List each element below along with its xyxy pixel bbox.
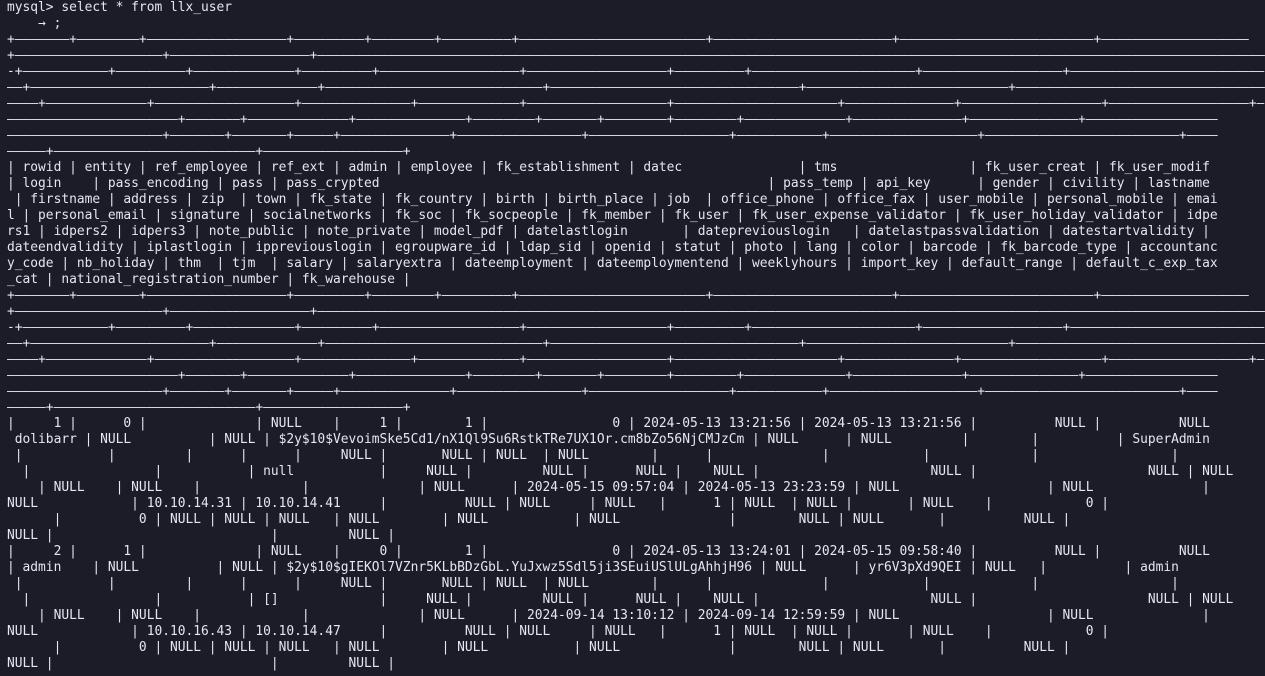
output-line: ——+———————————————————————+—————————————… [7,336,1265,351]
output-line: | 1 | 0 | | NULL | 1 | 1 | 0 | 2024-05-1… [7,416,1210,431]
output-line: | admin | NULL | NULL | $2y$10$gIEKOl7VZ… [7,560,1179,575]
output-line: ————————————————————+———————+———————+———… [7,384,1218,399]
output-line: ——+———————————————————————+—————————————… [7,80,1265,95]
output-line: NULL | 10.10.14.31 | 10.10.14.41 | NULL … [7,496,1110,511]
output-line: +———————+————————+——————————————————+———… [7,32,1249,47]
output-line: | | | null | NULL | NULL | NULL | NULL |… [7,464,1234,479]
output-line: | NULL | NULL | | | NULL | 2024-09-14 13… [7,608,1210,623]
output-line: ————————————————————+———————+———————+———… [7,128,1218,143]
output-line: | | | | | NULL | NULL | NULL | NULL | | … [7,576,1179,591]
output-line: NULL | | NULL | [7,528,396,543]
output-line: ————+—————————————+——————————————————+——… [7,96,1265,111]
output-line: | 0 | NULL | NULL | NULL | NULL | NULL |… [7,640,1071,655]
output-line: ——————————————————————+———————+—————————… [7,368,1218,383]
command-line: mysql> select * from llx_user [7,0,233,15]
output-line: rs1 | idpers2 | idpers3 | note_public | … [7,224,1210,239]
output-line: l | personal_email | signature | socialn… [7,208,1218,223]
command-continuation-line: → ; [7,16,62,31]
output-line: —————+——————————————————————————+———————… [7,144,411,159]
output-line: -+———————————+—————————+—————————————+——… [7,320,1265,335]
output-line: —————+——————————————————————————+———————… [7,400,411,415]
output-line: +———————————————————+——————————————————+… [7,304,1265,319]
output-line: | login | pass_encoding | pass | pass_cr… [7,176,1210,191]
output-line: | NULL | NULL | | | NULL | 2024-05-15 09… [7,480,1210,495]
output-line: dolibarr | NULL | NULL | $2y$10$VevoimSk… [7,432,1210,447]
output-line: +———————————————————+——————————————————+… [7,48,1265,63]
output-line: | 2 | 1 | | NULL | 0 | 1 | 0 | 2024-05-1… [7,544,1210,559]
output-line: y_code | nb_holiday | thm | tjm | salary… [7,256,1218,271]
output-line: +———————+————————+——————————————————+———… [7,288,1249,303]
output-line: NULL | 10.10.16.43 | 10.10.14.47 | NULL … [7,624,1110,639]
output-line: | | | | | NULL | NULL | NULL | NULL | | … [7,448,1179,463]
output-line: -+———————————+—————————+—————————————+——… [7,64,1265,79]
terminal-window[interactable]: mysql> select * from llx_user → ; +——————… [0,0,1265,676]
output-line: dateendvalidity | iplastlogin | ipprevio… [7,240,1218,255]
output-line: | 0 | NULL | NULL | NULL | NULL | NULL |… [7,512,1071,527]
output-line: | | | [] | NULL | NULL | NULL | NULL | N… [7,592,1234,607]
output-line: | rowid | entity | ref_employee | ref_ex… [7,160,1210,175]
output-line: NULL | | NULL | [7,656,396,671]
terminal-output: mysql> select * from llx_user → ; +——————… [7,0,1265,672]
output-line: ——————————————————————+———————+—————————… [7,112,1218,127]
output-line: _cat | national_registration_number | fk… [7,272,411,287]
output-line: | firstname | address | zip | town | fk_… [7,192,1218,207]
output-line: ————+—————————————+——————————————————+——… [7,352,1265,367]
